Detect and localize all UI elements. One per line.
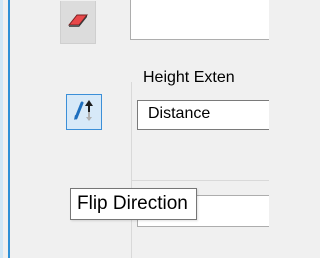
panel-accent-line <box>8 0 10 258</box>
flip-direction-button[interactable] <box>66 94 102 130</box>
group-divider <box>131 180 269 181</box>
tool-panel: Height Exten Distance Flip Direction <box>0 0 269 258</box>
height-extension-select[interactable]: Distance <box>137 100 269 130</box>
flip-direction-tooltip: Flip Direction <box>70 188 197 220</box>
height-extension-value: Distance <box>148 105 211 122</box>
flip-direction-icon <box>71 98 97 127</box>
eraser-button[interactable] <box>60 1 96 44</box>
top-field[interactable] <box>130 0 269 40</box>
eraser-icon <box>66 11 90 34</box>
height-extension-label: Height Exten <box>143 69 235 86</box>
group-border <box>131 82 132 258</box>
panel-edge <box>0 0 3 258</box>
